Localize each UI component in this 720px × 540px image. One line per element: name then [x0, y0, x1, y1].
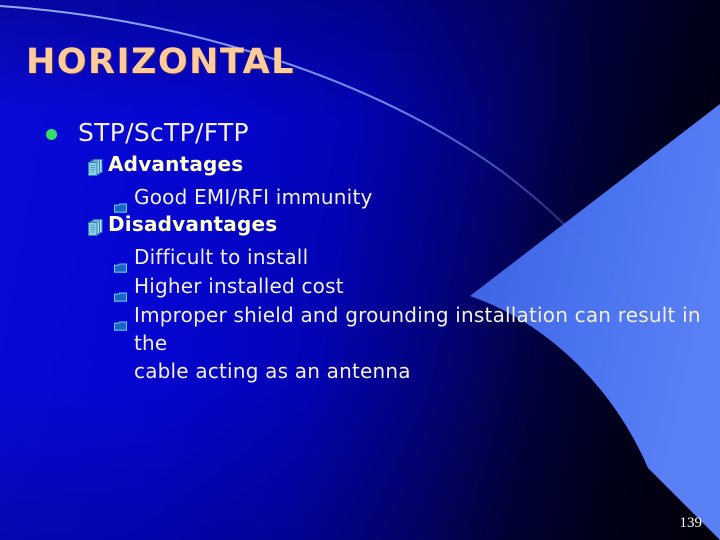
outline-item-label: Difficult to install: [134, 245, 309, 269]
outline-item-label: STP/ScTP/FTP: [78, 118, 249, 147]
outline-item-label: Advantages: [108, 152, 244, 176]
outline-item-label: Disadvantages: [108, 212, 278, 236]
outline-item-level3: Higher installed cost: [0, 272, 720, 302]
outline-item-level2: Advantages: [0, 152, 720, 183]
outline-item-label-continuation: cable acting as an antenna: [134, 359, 411, 383]
outline-item-label: Good EMI/RFI immunity: [134, 185, 373, 209]
small-box-bullet-icon: [113, 252, 128, 273]
small-box-bullet-icon: [113, 310, 128, 331]
outline-item-level3: Good EMI/RFI immunity: [0, 183, 720, 213]
page-title: HORIZONTAL: [26, 42, 295, 82]
content-outline: STP/ScTP/FTP Advantages Good EMI/RFI imm…: [0, 118, 720, 385]
slide-canvas: HORIZONTAL STP/ScTP/FTP Advantages Good …: [0, 0, 720, 540]
outline-item-label: Improper shield and grounding installati…: [134, 303, 701, 355]
stacked-pages-bullet-icon: [88, 157, 103, 176]
small-box-bullet-icon: [113, 281, 128, 302]
outline-item-level3: Improper shield and grounding installati…: [0, 301, 720, 385]
stacked-pages-bullet-icon: [88, 217, 103, 236]
outline-item-label: Higher installed cost: [134, 274, 344, 298]
small-box-bullet-icon: [113, 192, 128, 213]
outline-item-level3: Difficult to install: [0, 243, 720, 273]
page-number: 139: [679, 515, 703, 531]
filled-circle-bullet-icon: [46, 129, 57, 140]
outline-item-level2: Disadvantages: [0, 212, 720, 243]
outline-item-level1: STP/ScTP/FTP: [0, 118, 720, 152]
